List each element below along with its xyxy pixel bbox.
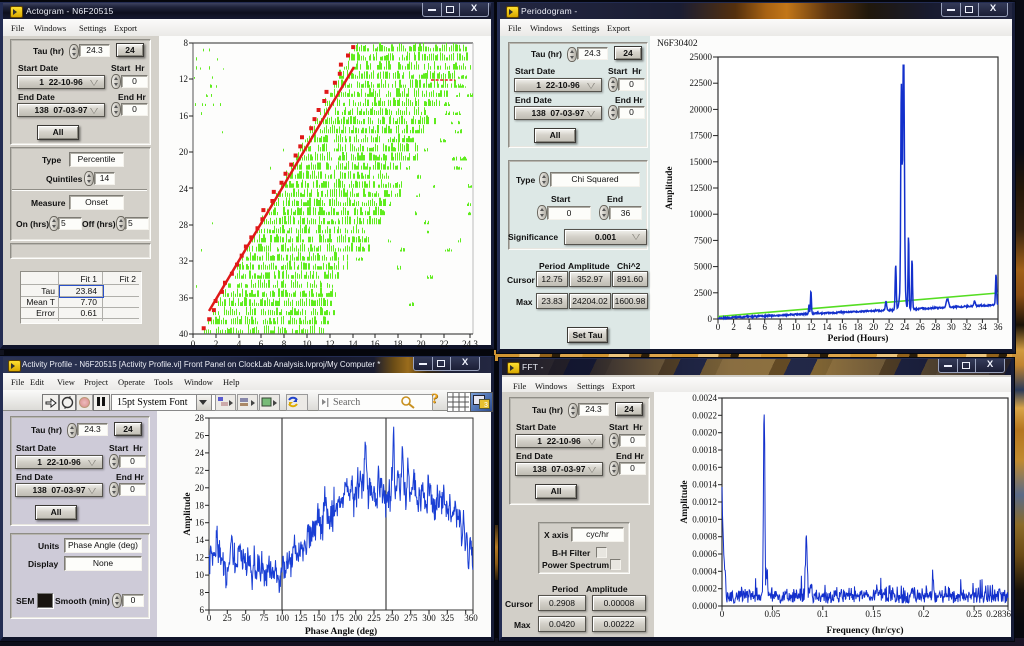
svg-text:Amplitude: Amplitude bbox=[183, 492, 193, 535]
svg-text:175: 175 bbox=[331, 613, 345, 623]
svg-text:0: 0 bbox=[708, 314, 713, 324]
svg-text:0.0016: 0.0016 bbox=[692, 462, 717, 472]
svg-text:N6F30402: N6F30402 bbox=[657, 39, 698, 49]
svg-text:300: 300 bbox=[422, 613, 436, 623]
svg-text:50: 50 bbox=[241, 613, 251, 623]
svg-text:34: 34 bbox=[978, 322, 988, 332]
svg-text:16: 16 bbox=[195, 518, 205, 528]
svg-text:22: 22 bbox=[885, 322, 894, 332]
svg-text:32: 32 bbox=[962, 322, 971, 332]
svg-text:325: 325 bbox=[441, 613, 455, 623]
svg-text:22500: 22500 bbox=[690, 78, 713, 88]
svg-text:Phase Angle (deg): Phase Angle (deg) bbox=[305, 626, 377, 637]
svg-text:10: 10 bbox=[195, 570, 205, 580]
svg-text:0.2: 0.2 bbox=[918, 609, 929, 619]
svg-text:125: 125 bbox=[294, 613, 308, 623]
svg-text:0: 0 bbox=[716, 322, 721, 332]
svg-text:12: 12 bbox=[807, 322, 816, 332]
svg-text:20: 20 bbox=[195, 483, 205, 493]
svg-text:0.0006: 0.0006 bbox=[692, 549, 717, 559]
svg-text:Period (Hours): Period (Hours) bbox=[828, 333, 889, 344]
svg-text:Amplitude: Amplitude bbox=[680, 480, 690, 523]
svg-text:200: 200 bbox=[349, 613, 363, 623]
svg-text:0.0004: 0.0004 bbox=[692, 566, 717, 576]
svg-text:14: 14 bbox=[822, 322, 832, 332]
svg-text:0.0024: 0.0024 bbox=[692, 393, 717, 403]
svg-text:12: 12 bbox=[195, 553, 204, 563]
svg-text:25: 25 bbox=[223, 613, 233, 623]
svg-text:20: 20 bbox=[869, 322, 879, 332]
svg-text:8: 8 bbox=[778, 322, 783, 332]
svg-text:0: 0 bbox=[207, 613, 212, 623]
svg-text:0: 0 bbox=[720, 609, 725, 619]
svg-text:28: 28 bbox=[195, 413, 205, 423]
svg-text:16: 16 bbox=[838, 322, 848, 332]
svg-text:75: 75 bbox=[260, 613, 270, 623]
svg-text:30: 30 bbox=[947, 322, 957, 332]
svg-text:12500: 12500 bbox=[690, 183, 713, 193]
svg-text:18: 18 bbox=[854, 322, 864, 332]
svg-text:275: 275 bbox=[404, 613, 418, 623]
svg-text:360: 360 bbox=[464, 613, 478, 623]
svg-text:0.0002: 0.0002 bbox=[692, 584, 717, 594]
svg-text:150: 150 bbox=[312, 613, 326, 623]
svg-text:0.0008: 0.0008 bbox=[692, 532, 717, 542]
svg-text:20000: 20000 bbox=[690, 104, 713, 114]
svg-text:225: 225 bbox=[367, 613, 381, 623]
svg-text:0.0018: 0.0018 bbox=[692, 445, 717, 455]
svg-text:Amplitude: Amplitude bbox=[665, 166, 675, 209]
svg-text:4: 4 bbox=[747, 322, 752, 332]
svg-text:0.15: 0.15 bbox=[865, 609, 881, 619]
svg-text:25000: 25000 bbox=[690, 52, 713, 62]
svg-text:26: 26 bbox=[195, 431, 205, 441]
svg-text:5000: 5000 bbox=[694, 262, 713, 272]
svg-text:0.0022: 0.0022 bbox=[692, 410, 717, 420]
svg-text:250: 250 bbox=[386, 613, 400, 623]
svg-text:24: 24 bbox=[900, 322, 910, 332]
svg-text:17500: 17500 bbox=[690, 131, 713, 141]
svg-text:100: 100 bbox=[276, 613, 290, 623]
svg-text:0.1: 0.1 bbox=[817, 609, 828, 619]
svg-text:0.0010: 0.0010 bbox=[692, 514, 717, 524]
svg-text:6: 6 bbox=[200, 605, 205, 615]
svg-text:36: 36 bbox=[994, 322, 1004, 332]
svg-text:0.25: 0.25 bbox=[966, 609, 982, 619]
svg-text:0.2836: 0.2836 bbox=[986, 609, 1011, 619]
svg-text:10000: 10000 bbox=[690, 209, 713, 219]
svg-text:0.0014: 0.0014 bbox=[692, 480, 717, 490]
svg-text:2: 2 bbox=[731, 322, 736, 332]
svg-text:26: 26 bbox=[916, 322, 926, 332]
svg-text:22: 22 bbox=[195, 465, 204, 475]
svg-text:7500: 7500 bbox=[694, 235, 713, 245]
svg-text:15000: 15000 bbox=[690, 157, 713, 167]
svg-text:14: 14 bbox=[195, 535, 205, 545]
svg-text:0.0020: 0.0020 bbox=[692, 428, 717, 438]
svg-text:10: 10 bbox=[791, 322, 801, 332]
svg-text:0.0012: 0.0012 bbox=[692, 497, 717, 507]
svg-text:24: 24 bbox=[195, 448, 205, 458]
svg-text:8: 8 bbox=[200, 588, 205, 598]
svg-text:28: 28 bbox=[931, 322, 941, 332]
svg-text:18: 18 bbox=[195, 500, 205, 510]
svg-text:2500: 2500 bbox=[694, 288, 713, 298]
svg-text:0.05: 0.05 bbox=[765, 609, 781, 619]
svg-text:0.0000: 0.0000 bbox=[692, 601, 717, 611]
svg-text:Frequency (hr/cyc): Frequency (hr/cyc) bbox=[826, 625, 903, 636]
svg-text:6: 6 bbox=[762, 322, 767, 332]
